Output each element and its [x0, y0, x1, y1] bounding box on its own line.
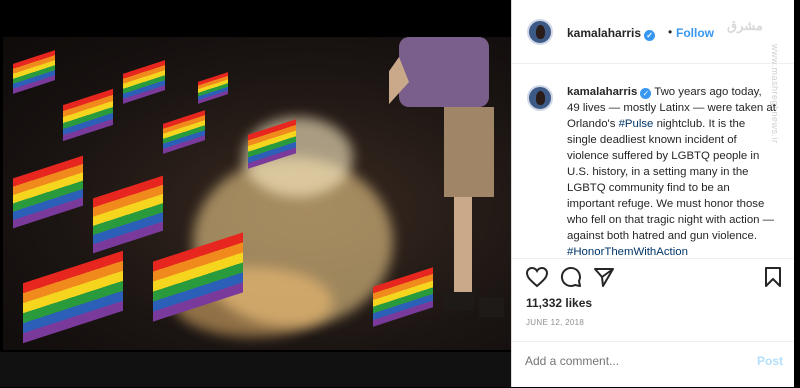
comment-icon[interactable] — [560, 266, 582, 288]
person-silhouette — [389, 37, 504, 317]
right-edge — [794, 0, 800, 387]
avatar[interactable] — [527, 19, 553, 45]
verified-badge-icon: ✓ — [644, 30, 656, 41]
bottom-strip — [0, 352, 511, 387]
post-image-area — [0, 0, 511, 387]
action-bar — [512, 258, 795, 299]
caption-avatar[interactable] — [527, 85, 553, 111]
separator-dot: • — [668, 25, 673, 39]
rainbow-flag — [123, 60, 165, 104]
rainbow-flag — [63, 88, 113, 142]
rainbow-flag — [163, 110, 205, 154]
rainbow-flag — [198, 72, 228, 104]
bookmark-icon[interactable] — [763, 266, 783, 288]
share-icon[interactable] — [593, 266, 615, 288]
follow-button[interactable]: Follow — [676, 26, 714, 40]
caption-text-2: nightclub. It is the single deadliest kn… — [567, 118, 775, 242]
post-photo[interactable] — [3, 37, 511, 350]
header-username[interactable]: kamalaharris ✓ — [567, 26, 656, 41]
hashtag-pulse[interactable]: #Pulse — [619, 118, 654, 130]
verified-badge-icon: ✓ — [640, 88, 652, 99]
rainbow-flag — [23, 250, 123, 344]
rainbow-flag — [13, 50, 55, 94]
watermark-logo: مشرق — [727, 18, 763, 33]
username-text[interactable]: kamalaharris — [567, 26, 641, 40]
post-caption: kamalaharris ✓ Two years ago today, 49 li… — [567, 84, 777, 260]
likes-count[interactable]: 11,332 likes — [526, 296, 592, 310]
post-panel: kamalaharris ✓ • Follow مشرق www.mashregh… — [511, 0, 795, 387]
post-date[interactable]: JUNE 12, 2018 — [526, 318, 584, 327]
caption-username[interactable]: kamalaharris — [567, 86, 637, 98]
heart-icon[interactable] — [525, 266, 549, 288]
post-button[interactable]: Post — [757, 354, 783, 368]
rainbow-flag — [93, 175, 163, 254]
hashtag-honor[interactable]: #HonorThemWithAction — [567, 246, 688, 258]
comment-input[interactable] — [525, 354, 725, 368]
rainbow-flag — [13, 155, 83, 229]
